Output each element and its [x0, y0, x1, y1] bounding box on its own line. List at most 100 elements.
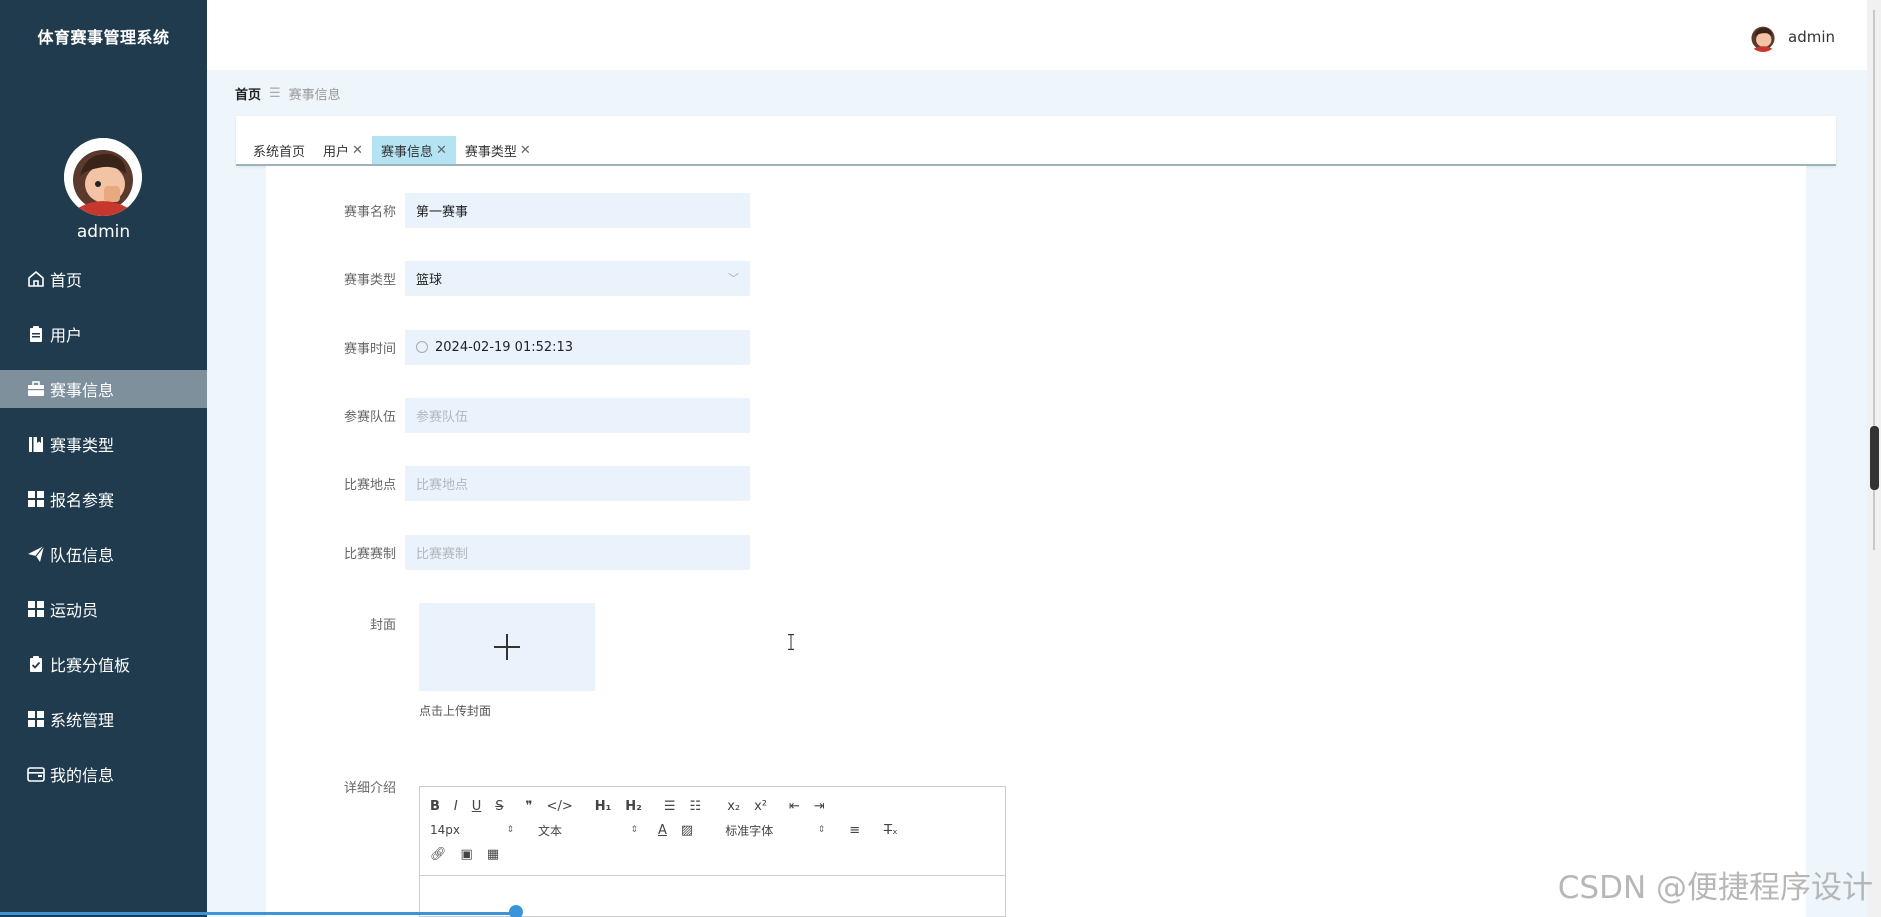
watermark: CSDN @便捷程序设计: [1557, 870, 1873, 906]
venue-input[interactable]: 比赛地点: [405, 466, 750, 501]
clipboard-check-icon: [26, 654, 46, 674]
sidebar-item-my-info[interactable]: 我的信息: [0, 755, 207, 793]
page-scrollbar[interactable]: [1867, 0, 1881, 917]
tab-event-info[interactable]: 赛事信息 ✕: [371, 136, 456, 164]
form-row-teams: 参赛队伍 参赛队伍: [266, 398, 750, 433]
field-label: 封面: [369, 618, 396, 633]
code-button[interactable]: </>: [547, 799, 573, 814]
link-icon[interactable]: 🔗︎: [430, 847, 447, 862]
field-label: 赛事类型: [343, 273, 396, 288]
strikethrough-button[interactable]: S: [495, 799, 503, 814]
tab-label: 用户: [323, 144, 350, 160]
top-user-menu[interactable]: admin: [1748, 22, 1835, 52]
sidebar-item-label: 报名参赛: [50, 491, 115, 510]
superscript-button[interactable]: x²: [754, 799, 767, 814]
breadcrumb-current: 赛事信息: [288, 88, 341, 103]
header-select[interactable]: 文本 ⇕: [538, 822, 646, 839]
cover-upload-button[interactable]: [419, 603, 595, 691]
underline-button[interactable]: U: [472, 799, 482, 814]
sidebar: 体育赛事管理系统 admin 首页 用户 赛事信息 赛事类型 报名参赛 队伍信息…: [0, 0, 207, 917]
send-icon: [26, 544, 46, 564]
sidebar-item-registration[interactable]: 报名参赛: [0, 480, 207, 518]
sidebar-item-home[interactable]: 首页: [0, 260, 207, 298]
progress-handle[interactable]: [509, 905, 523, 917]
bold-button[interactable]: B: [430, 799, 440, 814]
sidebar-item-users[interactable]: 用户: [0, 315, 207, 353]
close-icon[interactable]: ✕: [352, 143, 363, 158]
breadcrumb-home[interactable]: 首页: [235, 84, 261, 103]
image-icon[interactable]: ▣: [461, 847, 473, 862]
chevron-down-icon: ﹀: [728, 272, 739, 285]
sidebar-item-scoreboard[interactable]: 比赛分值板: [0, 645, 207, 683]
background-color-icon[interactable]: ▨: [681, 823, 693, 838]
close-icon[interactable]: ✕: [436, 143, 447, 158]
field-label: 详细介绍: [343, 781, 396, 796]
font-family-value: 标准字体: [725, 823, 774, 838]
chevron-updown-icon: ⇕: [506, 825, 514, 835]
event-type-select[interactable]: 篮球 ﹀: [405, 261, 750, 296]
breadcrumb-separator-icon: ☰: [269, 86, 281, 101]
sidebar-item-label: 运动员: [50, 601, 99, 620]
font-color-icon[interactable]: A: [658, 823, 667, 838]
format-input[interactable]: 比赛赛制: [405, 535, 750, 570]
scrollbar-thumb[interactable]: [1870, 426, 1879, 490]
outdent-icon[interactable]: ⇤: [789, 799, 800, 814]
event-name-input[interactable]: 第一赛事: [405, 193, 750, 228]
align-left-icon[interactable]: ≡: [849, 823, 860, 838]
tab-users[interactable]: 用户 ✕: [314, 136, 372, 164]
book-icon: [26, 434, 46, 454]
sidebar-item-event-info[interactable]: 赛事信息: [0, 370, 207, 408]
chevron-updown-icon: ⇕: [817, 825, 826, 835]
indent-icon[interactable]: ⇥: [814, 799, 825, 814]
sidebar-item-label: 系统管理: [50, 711, 115, 730]
field-label: 赛事名称: [343, 205, 396, 220]
header-2-button[interactable]: H₂: [625, 799, 642, 814]
blockquote-button[interactable]: ❞: [526, 799, 533, 814]
plus-icon: [494, 634, 520, 660]
grid-icon: [26, 709, 46, 729]
font-size-select[interactable]: 14px ⇕: [430, 823, 522, 837]
form-row-type: 赛事类型 篮球 ﹀: [266, 261, 750, 296]
teams-input[interactable]: 参赛队伍: [405, 398, 750, 433]
subscript-button[interactable]: x₂: [727, 799, 740, 814]
datetime-value: 2024-02-19 01:52:13: [435, 339, 574, 355]
bullet-list-icon[interactable]: ☷: [690, 799, 702, 814]
sidebar-item-label: 用户: [50, 326, 83, 345]
header-select-value: 文本: [538, 823, 563, 838]
rich-text-editor: B I U S ❞ </> H₁ H₂ ☰ ☷ x₂ x² ⇤ ⇥ 14px ⇕…: [419, 786, 1006, 917]
tabs-bar: 系统首页 用户 ✕ 赛事信息 ✕ 赛事类型 ✕: [236, 116, 1836, 166]
ordered-list-icon[interactable]: ☰: [664, 799, 676, 814]
clear-format-icon[interactable]: T̶ₓ: [884, 823, 898, 838]
tab-home[interactable]: 系统首页: [244, 136, 314, 164]
sidebar-menu: 首页 用户 赛事信息 赛事类型 报名参赛 队伍信息 运动员 比赛分值板 系统管理…: [0, 260, 207, 810]
sidebar-item-system[interactable]: 系统管理: [0, 700, 207, 738]
text-cursor-icon: [788, 634, 794, 650]
italic-button[interactable]: I: [454, 799, 458, 814]
close-icon[interactable]: ✕: [520, 143, 531, 158]
avatar: [64, 138, 142, 216]
wallet-icon: [26, 764, 46, 784]
toolbar-row: 14px ⇕ 文本 ⇕ A ▨ 标准字体 ⇕ ≡ T̶ₓ: [430, 820, 912, 840]
clock-icon: [416, 341, 428, 353]
field-label: 比赛赛制: [343, 547, 396, 562]
field-label: 赛事时间: [343, 342, 396, 357]
sidebar-item-athletes[interactable]: 运动员: [0, 590, 207, 628]
sidebar-item-event-types[interactable]: 赛事类型: [0, 425, 207, 463]
video-icon[interactable]: ▦: [487, 847, 499, 862]
header-1-button[interactable]: H₁: [595, 799, 612, 814]
font-family-select[interactable]: 标准字体 ⇕: [725, 822, 833, 839]
tab-event-types[interactable]: 赛事类型 ✕: [456, 136, 540, 164]
main-content: 首页 ☰ 赛事信息 系统首页 用户 ✕ 赛事信息 ✕ 赛事类型 ✕ 赛事名称 第…: [207, 70, 1867, 917]
tab-label: 赛事类型: [464, 144, 517, 160]
form-card: 赛事名称 第一赛事 赛事类型 篮球 ﹀ 赛事时间 2024-02-19 01:5…: [266, 166, 1806, 917]
toolbar-row: B I U S ❞ </> H₁ H₂ ☰ ☷ x₂ x² ⇤ ⇥: [430, 796, 839, 816]
chevron-updown-icon: ⇕: [630, 825, 638, 835]
select-value: 篮球: [416, 272, 443, 288]
upload-hint: 点击上传封面: [419, 704, 492, 718]
home-icon: [26, 269, 46, 289]
top-username: admin: [1788, 28, 1835, 46]
form-row-cover: 封面: [266, 614, 405, 633]
event-time-picker[interactable]: 2024-02-19 01:52:13: [405, 330, 750, 365]
sidebar-item-team-info[interactable]: 队伍信息: [0, 535, 207, 573]
topbar: admin: [207, 0, 1867, 70]
